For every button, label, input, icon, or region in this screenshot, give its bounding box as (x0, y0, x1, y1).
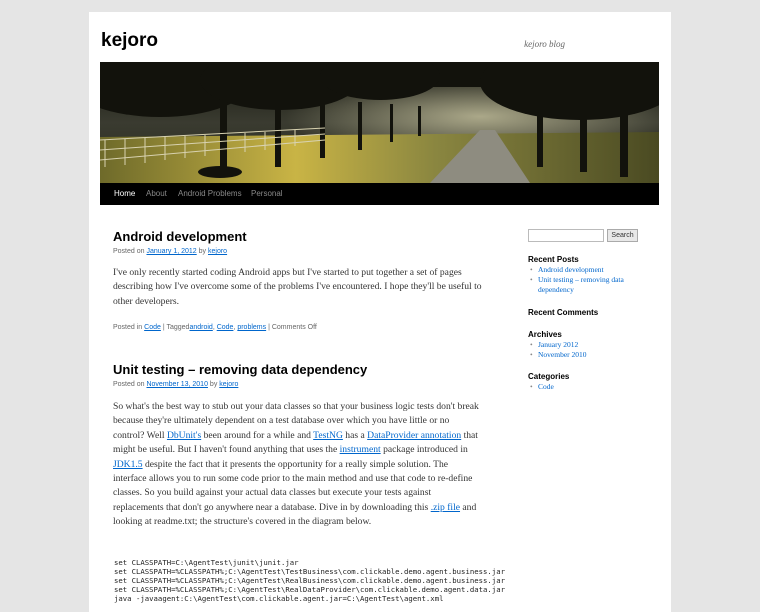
meta-by: by (209, 381, 218, 388)
nav-item-android-problems[interactable]: Android Problems (178, 189, 242, 198)
dbunit-link[interactable]: DbUnit's (167, 430, 201, 441)
tagged-label: Tagged (166, 324, 190, 331)
post-title[interactable]: Unit testing – removing data dependency (113, 362, 367, 377)
comments-status: Comments Off (271, 324, 317, 331)
page-wrapper: kejoro kejoro blog Home About Android Pr… (89, 12, 671, 612)
body-text: been around for a while and (201, 429, 314, 441)
archives-heading: Archives (528, 330, 562, 339)
category-link[interactable]: Code (538, 382, 554, 391)
post-author-link[interactable]: kejoro (208, 248, 227, 255)
meta-prefix: Posted on (113, 381, 145, 388)
post-meta: Posted on November 13, 2010 by kejoro (113, 381, 238, 388)
post-footer: Posted in Code | Taggedandroid, Code, pr… (113, 324, 317, 331)
search-input[interactable] (528, 229, 604, 242)
jdk-link[interactable]: JDK1.5 (113, 459, 143, 470)
body-text: despite the fact that it presents the op… (113, 458, 473, 513)
nav-item-personal[interactable]: Personal (251, 189, 283, 198)
body-text: package introduced in (380, 444, 468, 456)
recent-posts-list: Android development Unit testing – remov… (529, 265, 639, 295)
search-button[interactable]: Search (607, 229, 638, 242)
recent-post-link[interactable]: Unit testing – removing data dependency (538, 275, 624, 294)
tag-link[interactable]: android (189, 324, 212, 331)
post-meta: Posted on January 1, 2012 by kejoro (113, 248, 227, 255)
list-item: Android development (529, 265, 639, 275)
archive-link[interactable]: January 2012 (538, 340, 578, 349)
category-link[interactable]: Code (144, 324, 161, 331)
site-title[interactable]: kejoro (101, 30, 158, 52)
dataprovider-link[interactable]: DataProvider annotation (367, 430, 461, 441)
post-author-link[interactable]: kejoro (219, 381, 238, 388)
meta-by: by (198, 248, 207, 255)
list-item: Code (529, 382, 639, 392)
post-body: So what's the best way to stub out your … (113, 400, 483, 530)
main-nav: Home About Android Problems Personal (100, 183, 659, 205)
post-body: I've only recently started coding Androi… (113, 267, 482, 307)
recent-comments-heading: Recent Comments (528, 308, 599, 317)
tag-link[interactable]: Code (217, 324, 234, 331)
instrument-link[interactable]: instrument (340, 444, 381, 455)
recent-posts-heading: Recent Posts (528, 255, 579, 264)
code-line: set CLASSPATH=%CLASSPATH%;C:\AgentTest\R… (114, 585, 505, 594)
separator: | (162, 324, 165, 331)
site-description: kejoro blog (524, 39, 565, 49)
header-image (100, 62, 659, 183)
posted-in-label: Posted in (113, 324, 143, 331)
testng-link[interactable]: TestNG (313, 430, 343, 441)
nav-item-about[interactable]: About (146, 189, 167, 198)
post-title[interactable]: Android development (113, 229, 247, 244)
zip-file-link[interactable]: .zip file (431, 502, 460, 513)
post-date-link[interactable]: November 13, 2010 (146, 381, 207, 388)
code-line: java -javaagent:C:\AgentTest\com.clickab… (114, 594, 444, 603)
list-item: January 2012 (529, 340, 639, 350)
meta-prefix: Posted on (113, 248, 145, 255)
list-item: November 2010 (529, 350, 639, 360)
code-line: set CLASSPATH=%CLASSPATH%;C:\AgentTest\T… (114, 567, 505, 576)
code-block: set CLASSPATH=C:\AgentTest\junit\junit.j… (114, 558, 505, 603)
recent-post-link[interactable]: Android development (538, 265, 604, 274)
tag-link[interactable]: problems (237, 324, 266, 331)
code-line: set CLASSPATH=%CLASSPATH%;C:\AgentTest\R… (114, 576, 505, 585)
separator: | (268, 324, 270, 331)
body-text: has a (342, 429, 368, 441)
nav-item-home[interactable]: Home (114, 189, 135, 198)
categories-heading: Categories (528, 372, 570, 381)
list-item: Unit testing – removing data dependency (529, 275, 639, 295)
post-date-link[interactable]: January 1, 2012 (146, 248, 196, 255)
categories-list: Code (529, 382, 639, 392)
archives-list: January 2012 November 2010 (529, 340, 639, 360)
code-line: set CLASSPATH=C:\AgentTest\junit\junit.j… (114, 558, 299, 567)
archive-link[interactable]: November 2010 (538, 350, 587, 359)
